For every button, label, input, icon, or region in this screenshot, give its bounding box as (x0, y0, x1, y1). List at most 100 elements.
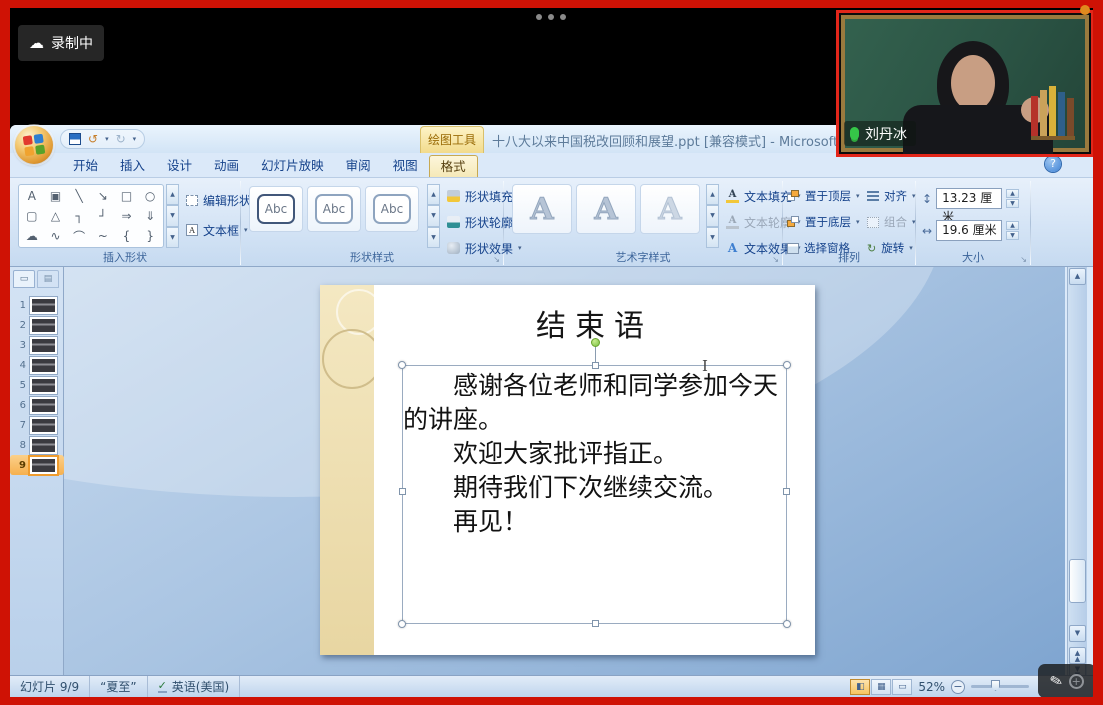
resize-handle-top[interactable] (592, 362, 599, 369)
shape-curve-icon[interactable]: ~ (91, 226, 115, 246)
shape-line-icon[interactable]: ╲ (67, 186, 91, 206)
recording-badge[interactable]: ☁ 录制中 (18, 25, 104, 61)
resize-handle-topleft[interactable] (398, 361, 406, 369)
window-drag-handle[interactable] (536, 14, 566, 20)
outline-tab[interactable]: ▤ (37, 270, 59, 288)
shape-down-block-arrow-icon[interactable]: ⇓ (138, 206, 162, 226)
webcam-video[interactable]: 刘丹冰 (836, 10, 1094, 157)
send-to-back-button[interactable]: 置于底层 ▾ (787, 212, 860, 232)
shape-oval-icon[interactable]: ○ (138, 186, 162, 206)
shape-picture-placeholder-icon[interactable]: ▣ (44, 186, 68, 206)
gallery-up-icon[interactable]: ▲ (166, 184, 179, 205)
shape-arc-icon[interactable]: ⌒ (67, 226, 91, 246)
tab-2[interactable]: 设计 (156, 155, 203, 177)
shape-style-preview-2[interactable]: Abc (307, 186, 361, 232)
wordart-preview-2[interactable]: A (576, 184, 636, 234)
dialog-launcher-icon[interactable]: ↘ (1020, 255, 1027, 264)
tab-0[interactable]: 开始 (62, 155, 109, 177)
shape-right-block-arrow-icon[interactable]: ⇒ (115, 206, 139, 226)
redo-icon[interactable]: ↻ (116, 133, 126, 145)
wordart-preview-1[interactable]: A (512, 184, 572, 234)
shape-elbow-arrow-connector-icon[interactable]: ┘ (91, 206, 115, 226)
slide-editor-canvas[interactable]: 结束语 感谢各位老师和同学参加今天的讲座。欢迎大家批评指正。期待我们下次继续交流… (64, 267, 1065, 675)
shape-height-field[interactable]: 13.23 厘米 (936, 188, 1002, 209)
shape-rectangle-icon[interactable]: □ (115, 186, 139, 206)
align-button[interactable]: 对齐 ▾ (867, 186, 916, 206)
height-stepper[interactable]: ▲▼ (1006, 189, 1019, 208)
magnifier-icon[interactable]: + (1069, 674, 1084, 689)
styles-more-icon[interactable]: ▼ (427, 227, 440, 248)
customize-qat-icon[interactable]: ▾ (133, 135, 137, 143)
shape-freeform-icon[interactable]: ∿ (44, 226, 68, 246)
width-stepper[interactable]: ▲▼ (1006, 221, 1019, 240)
resize-handle-bottomleft[interactable] (398, 620, 406, 628)
slide-thumbnail-8[interactable]: 8 (10, 435, 64, 455)
shape-right-brace-icon[interactable]: } (138, 226, 162, 246)
slide-thumbnail-9[interactable]: 9 (10, 455, 64, 475)
office-button[interactable] (15, 126, 53, 164)
tab-6[interactable]: 视图 (382, 155, 429, 177)
slide-thumbnail-6[interactable]: 6 (10, 395, 64, 415)
dialog-launcher-icon[interactable]: ↘ (493, 255, 500, 264)
undo-icon[interactable]: ↺ (88, 133, 98, 145)
shape-style-preview-3[interactable]: Abc (365, 186, 419, 232)
dialog-launcher-icon[interactable]: ↘ (772, 255, 779, 264)
group-button[interactable]: 组合 ▾ (867, 212, 916, 232)
theme-name[interactable]: “夏至” (90, 676, 147, 697)
slide-indicator[interactable]: 幻灯片 9/9 (10, 676, 90, 697)
shape-rounded-rectangle-icon[interactable]: ▢ (20, 206, 44, 226)
tab-format-active[interactable]: 格式 (429, 155, 478, 177)
styles-up-icon[interactable]: ▲ (427, 184, 440, 205)
tab-5[interactable]: 审阅 (335, 155, 382, 177)
scroll-up-icon[interactable]: ▲ (1069, 268, 1086, 285)
styles-down-icon[interactable]: ▼ (427, 205, 440, 226)
shape-text-box-icon[interactable]: A (20, 186, 44, 206)
slide-thumbnail-3[interactable]: 3 (10, 335, 64, 355)
shape-cloud-icon[interactable]: ☁ (20, 226, 44, 246)
wordart-up-icon[interactable]: ▲ (706, 184, 719, 205)
shape-elbow-connector-icon[interactable]: ┐ (67, 206, 91, 226)
slide-canvas[interactable]: 结束语 感谢各位老师和同学参加今天的讲座。欢迎大家批评指正。期待我们下次继续交流… (320, 285, 815, 655)
shape-triangle-icon[interactable]: △ (44, 206, 68, 226)
slideshow-button[interactable]: ▭ (892, 679, 912, 695)
zoom-level[interactable]: 52% (918, 680, 945, 694)
slide-sorter-button[interactable]: ▦ (871, 679, 891, 695)
normal-view-button[interactable]: ◧ (850, 679, 870, 695)
slide-thumbnail-5[interactable]: 5 (10, 375, 64, 395)
wordart-preview-3[interactable]: A (640, 184, 700, 234)
shape-arrow-icon[interactable]: ↘ (91, 186, 115, 206)
rotate-handle[interactable] (591, 338, 600, 347)
slide-thumbnail-7[interactable]: 7 (10, 415, 64, 435)
shape-style-preview-1[interactable]: Abc (249, 186, 303, 232)
tab-3[interactable]: 动画 (203, 155, 250, 177)
tab-1[interactable]: 插入 (109, 155, 156, 177)
previous-slide-button[interactable]: ▲▲ (1069, 647, 1086, 664)
wordart-down-icon[interactable]: ▼ (706, 205, 719, 226)
slides-tab[interactable]: ▭ (13, 270, 35, 288)
shape-width-field[interactable]: 19.6 厘米 (936, 220, 1002, 241)
resize-handle-bottom[interactable] (592, 620, 599, 627)
scroll-down-icon[interactable]: ▼ (1069, 625, 1086, 642)
zoom-slider[interactable] (971, 685, 1029, 688)
slide-thumbnail-2[interactable]: 2 (10, 315, 64, 335)
resize-handle-topright[interactable] (783, 361, 791, 369)
gallery-more-icon[interactable]: ▼ (166, 227, 179, 248)
resize-handle-bottomright[interactable] (783, 620, 791, 628)
align-icon (867, 191, 879, 201)
gallery-down-icon[interactable]: ▼ (166, 205, 179, 226)
wordart-more-icon[interactable]: ▼ (706, 227, 719, 248)
save-icon[interactable] (69, 133, 81, 145)
scrollbar-thumb[interactable] (1069, 559, 1086, 603)
language-status[interactable]: ✓ 英语(美国) (148, 676, 241, 697)
bring-to-front-button[interactable]: 置于顶层 ▾ (787, 186, 860, 206)
selected-text-box[interactable]: 感谢各位老师和同学参加今天的讲座。欢迎大家批评指正。期待我们下次继续交流。再见！ (402, 365, 787, 624)
pen-tool-icon[interactable]: ✎ (1048, 671, 1065, 692)
undo-dropdown-icon[interactable]: ▾ (105, 135, 109, 143)
text-box-button[interactable]: A 文本框 ▾ (186, 220, 248, 240)
slide-thumbnail-1[interactable]: 1 (10, 295, 64, 315)
tab-4[interactable]: 幻灯片放映 (250, 155, 335, 177)
zoom-out-button[interactable]: − (951, 680, 965, 694)
shape-left-brace-icon[interactable]: { (115, 226, 139, 246)
slide-thumbnail-4[interactable]: 4 (10, 355, 64, 375)
zoom-slider-handle[interactable] (991, 680, 1000, 691)
